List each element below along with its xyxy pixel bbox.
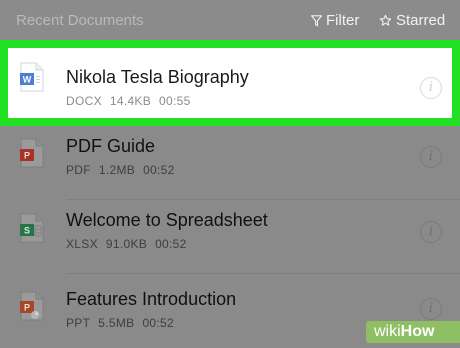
info-circle-icon[interactable]: i <box>420 298 442 320</box>
section-title: Recent Documents <box>16 12 144 29</box>
document-size: 5.5MB <box>98 316 135 330</box>
document-name: Welcome to Spreadsheet <box>66 210 268 230</box>
document-meta: PDF 1.2MB 00:52 <box>66 163 183 177</box>
starred-button[interactable]: Starred <box>379 12 445 29</box>
filter-funnel-icon <box>311 14 322 27</box>
document-row-pdf-guide[interactable]: P PDF Guide PDF 1.2MB 00:52 i <box>0 126 460 200</box>
wikihow-watermark: wikiHow <box>366 321 460 343</box>
document-meta: DOCX 14.4KB 00:55 <box>66 94 199 108</box>
document-type: XLSX <box>66 237 98 251</box>
watermark-prefix: wiki <box>374 323 401 340</box>
info-circle-icon[interactable]: i <box>420 146 442 168</box>
document-time: 00:52 <box>142 316 174 330</box>
document-meta: XLSX 91.0KB 00:52 <box>66 237 195 251</box>
document-row-nikola-tesla-biography[interactable]: W Nikola Tesla Biography DOCX 14.4KB 00:55… <box>8 48 452 118</box>
document-time: 00:52 <box>143 163 175 177</box>
word-document-icon: W <box>20 62 44 92</box>
info-circle-icon[interactable]: i <box>420 221 442 243</box>
svg-text:W: W <box>23 75 32 85</box>
star-outline-icon <box>379 14 392 27</box>
document-size: 14.4KB <box>109 94 152 108</box>
pdf-document-icon: P <box>20 138 44 168</box>
document-type: PDF <box>66 163 91 177</box>
svg-text:P: P <box>24 303 30 313</box>
watermark-suffix: How <box>400 323 435 340</box>
spreadsheet-document-icon: S <box>20 213 44 243</box>
document-size: 1.2MB <box>98 163 136 177</box>
recent-documents-header: Recent Documents Filter Starred <box>0 0 460 40</box>
presentation-document-icon: P <box>20 291 44 321</box>
document-name: Features Introduction <box>66 289 237 309</box>
svg-text:S: S <box>24 226 30 236</box>
starred-label: Starred <box>396 12 446 29</box>
document-row-welcome-to-spreadsheet[interactable]: S Welcome to Spreadsheet XLSX 91.0KB 00:52… <box>0 200 460 274</box>
filter-label: Filter <box>326 12 360 29</box>
document-name: Nikola Tesla Biography <box>66 67 249 87</box>
selected-row-highlight: W Nikola Tesla Biography DOCX 14.4KB 00:55… <box>0 40 460 126</box>
document-time: 00:52 <box>155 237 187 251</box>
svg-text:P: P <box>24 151 30 161</box>
document-time: 00:55 <box>159 94 191 108</box>
document-type: PPT <box>66 316 91 330</box>
info-circle-icon[interactable]: i <box>420 77 442 99</box>
document-size: 91.0KB <box>105 237 148 251</box>
document-name: PDF Guide <box>66 136 156 156</box>
filter-button[interactable]: Filter <box>311 12 359 29</box>
document-meta: PPT 5.5MB 00:52 <box>66 316 182 330</box>
document-type: DOCX <box>66 94 102 108</box>
